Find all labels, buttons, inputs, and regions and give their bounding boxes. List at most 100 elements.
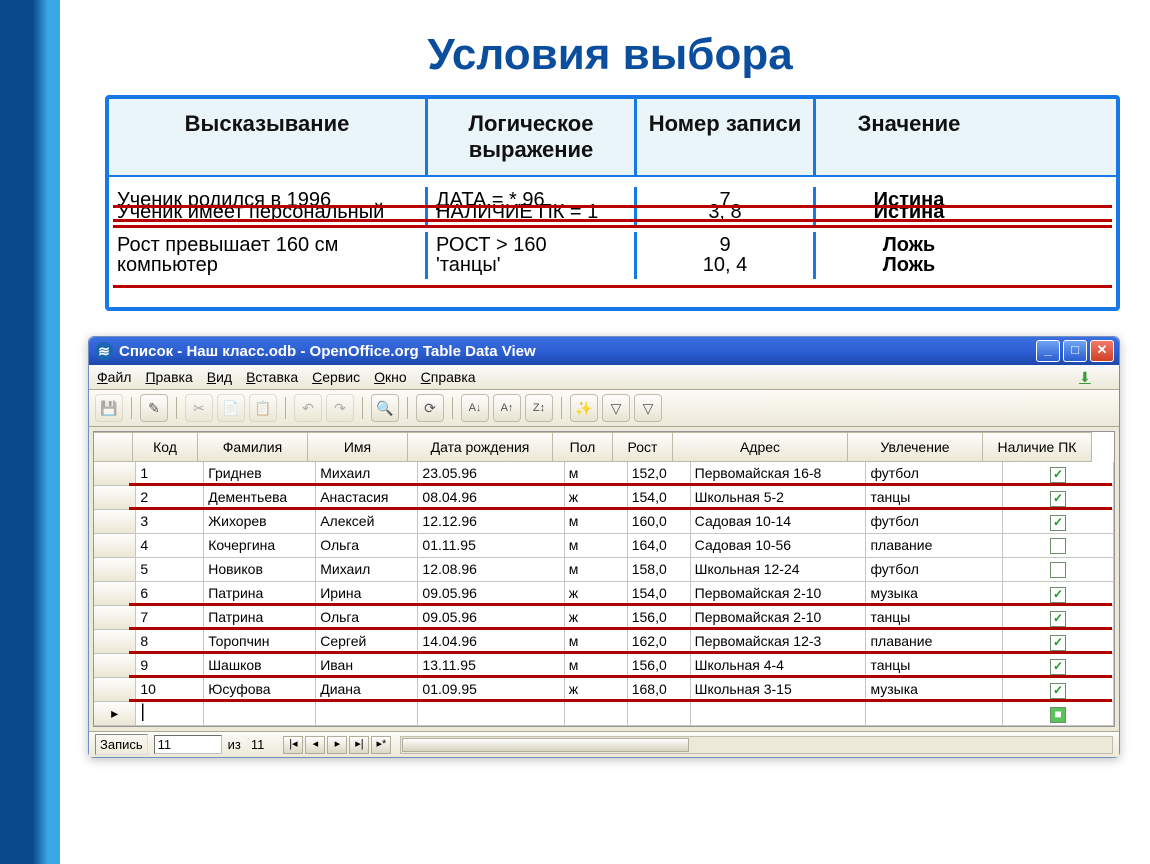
table-row[interactable]: 1ГридневМихаил23.05.96м152,0Первомайская… — [94, 462, 1114, 486]
maximize-button[interactable]: □ — [1063, 340, 1087, 362]
row-marker[interactable] — [94, 582, 136, 606]
cell-pc[interactable]: ✓ — [1003, 630, 1114, 654]
autofilter-icon[interactable]: ✨ — [570, 394, 598, 422]
cell-code[interactable]: 6 — [136, 582, 204, 606]
menu-file[interactable]: Файл — [97, 369, 131, 385]
cell-height[interactable]: 164,0 — [628, 534, 691, 558]
menu-insert[interactable]: Вставка — [246, 369, 298, 385]
row-marker[interactable] — [94, 462, 136, 486]
row-marker[interactable] — [94, 678, 136, 702]
cell-height[interactable]: 160,0 — [628, 510, 691, 534]
col-header-address[interactable]: Адрес — [673, 432, 848, 462]
nav-new-icon[interactable]: ▸* — [371, 736, 391, 754]
table-row[interactable]: 10ЮсуфоваДиана01.09.95ж168,0Школьная 3-1… — [94, 678, 1114, 702]
cell-sex[interactable]: ж — [565, 582, 628, 606]
cell-surname[interactable]: Новиков — [204, 558, 316, 582]
sort-desc-icon[interactable]: A↑ — [493, 394, 521, 422]
cell-height[interactable]: 158,0 — [628, 558, 691, 582]
table-row[interactable]: 9ШашковИван13.11.95м156,0Школьная 4-4тан… — [94, 654, 1114, 678]
cell-address[interactable]: Первомайская 2-10 — [691, 606, 867, 630]
col-header-height[interactable]: Рост — [613, 432, 673, 462]
data-grid[interactable]: Код Фамилия Имя Дата рождения Пол Рост А… — [93, 431, 1115, 727]
cell-surname[interactable]: Гриднев — [204, 462, 316, 486]
horizontal-scrollbar[interactable] — [400, 736, 1113, 754]
cell-pc[interactable] — [1003, 534, 1114, 558]
cell-hobby[interactable]: музыка — [866, 582, 1003, 606]
cell-sex[interactable]: м — [565, 558, 628, 582]
cell-sex[interactable]: м — [565, 654, 628, 678]
cell-hobby[interactable]: футбол — [866, 510, 1003, 534]
window-titlebar[interactable]: ≋ Список - Наш класс.odb - OpenOffice.or… — [89, 337, 1119, 365]
cell-pc[interactable]: ✓ — [1003, 606, 1114, 630]
new-record-row[interactable]: ▸ | ■ — [94, 702, 1114, 726]
cell-hobby[interactable]: музыка — [866, 678, 1003, 702]
menu-tools[interactable]: Сервис — [312, 369, 360, 385]
cell-surname[interactable]: Кочергина — [204, 534, 316, 558]
nav-first-icon[interactable]: |◂ — [283, 736, 303, 754]
cell-sex[interactable]: ж — [565, 486, 628, 510]
cell-height[interactable]: 156,0 — [628, 654, 691, 678]
nav-last-icon[interactable]: ▸| — [349, 736, 369, 754]
cell-code[interactable]: 3 — [136, 510, 204, 534]
cell-name[interactable]: Алексей — [316, 510, 418, 534]
cell-hobby[interactable]: танцы — [866, 486, 1003, 510]
row-marker[interactable] — [94, 486, 136, 510]
nav-next-icon[interactable]: ▸ — [327, 736, 347, 754]
cell-height[interactable]: 156,0 — [628, 606, 691, 630]
sort-asc-icon[interactable]: A↓ — [461, 394, 489, 422]
cell-address[interactable]: Садовая 10-56 — [691, 534, 867, 558]
cell-sex[interactable]: м — [565, 510, 628, 534]
cell-pc[interactable]: ✓ — [1003, 654, 1114, 678]
cell-date[interactable]: 01.11.95 — [418, 534, 564, 558]
cell-pc[interactable]: ✓ — [1003, 582, 1114, 606]
cell-code[interactable]: 2 — [136, 486, 204, 510]
minimize-button[interactable]: _ — [1036, 340, 1060, 362]
cell-date[interactable]: 01.09.95 — [418, 678, 564, 702]
menu-window[interactable]: Окно — [374, 369, 407, 385]
table-row[interactable]: 2ДементьеваАнастасия08.04.96ж154,0Школьн… — [94, 486, 1114, 510]
cell-code[interactable]: 8 — [136, 630, 204, 654]
cell-hobby[interactable]: футбол — [866, 462, 1003, 486]
row-marker-header[interactable] — [94, 432, 133, 462]
menu-edit[interactable]: Правка — [145, 369, 192, 385]
cell-hobby[interactable]: плавание — [866, 534, 1003, 558]
cell-height[interactable]: 152,0 — [628, 462, 691, 486]
cell-name[interactable]: Сергей — [316, 630, 418, 654]
cut-icon[interactable]: ✂ — [185, 394, 213, 422]
cell-address[interactable]: Садовая 10-14 — [691, 510, 867, 534]
cell-name[interactable]: Михаил — [316, 462, 418, 486]
menu-view[interactable]: Вид — [207, 369, 232, 385]
cell-code[interactable]: 10 — [136, 678, 204, 702]
col-header-name[interactable]: Имя — [308, 432, 408, 462]
cell-pc[interactable] — [1003, 558, 1114, 582]
cell-address[interactable]: Школьная 4-4 — [691, 654, 867, 678]
table-row[interactable]: 8ТоропчинСергей14.04.96м162,0Первомайска… — [94, 630, 1114, 654]
row-marker[interactable] — [94, 558, 136, 582]
col-header-surname[interactable]: Фамилия — [198, 432, 308, 462]
download-icon[interactable]: ⬇ — [1079, 369, 1097, 385]
copy-icon[interactable]: 📄 — [217, 394, 245, 422]
table-row[interactable]: 7ПатринаОльга09.05.96ж156,0Первомайская … — [94, 606, 1114, 630]
save-icon[interactable]: 💾 — [95, 394, 123, 422]
cell-address[interactable]: Школьная 5-2 — [691, 486, 867, 510]
row-marker[interactable] — [94, 534, 136, 558]
cell-hobby[interactable]: танцы — [866, 606, 1003, 630]
cell-code[interactable]: | — [136, 702, 204, 726]
cell-pc[interactable]: ✓ — [1003, 678, 1114, 702]
cell-surname[interactable]: Юсуфова — [204, 678, 316, 702]
row-marker[interactable]: ▸ — [94, 702, 136, 726]
cell-surname[interactable]: Торопчин — [204, 630, 316, 654]
cell-name[interactable]: Анастасия — [316, 486, 418, 510]
cell-sex[interactable]: м — [565, 462, 628, 486]
cell-date[interactable]: 09.05.96 — [418, 582, 564, 606]
cell-address[interactable]: Школьная 12-24 — [691, 558, 867, 582]
cell-name[interactable]: Ольга — [316, 534, 418, 558]
col-header-hobby[interactable]: Увлечение — [848, 432, 983, 462]
cell-code[interactable]: 5 — [136, 558, 204, 582]
cell-surname[interactable]: Дементьева — [204, 486, 316, 510]
menu-help[interactable]: Справка — [421, 369, 476, 385]
col-header-birthdate[interactable]: Дата рождения — [408, 432, 553, 462]
cell-hobby[interactable]: плавание — [866, 630, 1003, 654]
cell-date[interactable]: 08.04.96 — [418, 486, 564, 510]
find-icon[interactable]: 🔍 — [371, 394, 399, 422]
